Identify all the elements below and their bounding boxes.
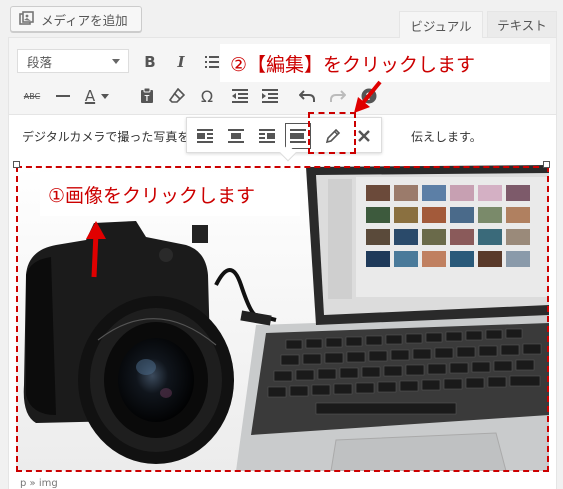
horizontal-line-button[interactable] (50, 83, 76, 109)
list-icon (205, 56, 219, 68)
special-char-icon: Ω (200, 86, 214, 106)
align-center-icon (228, 129, 244, 143)
text-color-button[interactable]: A (79, 83, 115, 109)
redo-icon (330, 90, 346, 102)
svg-text:T: T (145, 94, 150, 103)
align-right-icon (259, 129, 275, 143)
add-media-button[interactable]: メディアを追加 (10, 6, 142, 32)
content-paragraph-end[interactable]: 伝えします。 (411, 128, 482, 145)
paste-text-button[interactable]: T (134, 83, 160, 109)
format-select-value: 段落 (27, 54, 53, 70)
format-select[interactable]: 段落 (17, 49, 129, 73)
chevron-down-icon (101, 93, 110, 99)
strikethrough-icon: ABC (23, 91, 41, 101)
clear-format-button[interactable] (164, 83, 190, 109)
clear-format-icon (169, 88, 185, 103)
remove-icon (358, 130, 370, 142)
italic-button[interactable]: I (168, 49, 194, 75)
horizontal-line-icon (56, 95, 70, 97)
redo-button[interactable] (325, 83, 351, 109)
italic-icon: I (177, 53, 185, 71)
annotation-step1: ①画像をクリックします (40, 172, 300, 216)
media-icon (19, 11, 35, 27)
remove-image-button[interactable] (351, 123, 377, 149)
align-left-button[interactable] (192, 123, 218, 149)
undo-icon (299, 90, 315, 102)
arrow-to-edit-icon (354, 80, 382, 113)
align-left-icon (197, 129, 213, 143)
outdent-button[interactable] (227, 83, 253, 109)
paste-text-icon: T (141, 88, 153, 103)
tab-visual[interactable]: ビジュアル (399, 11, 483, 38)
bold-icon: B (144, 53, 156, 71)
resize-handle-top-left[interactable] (13, 161, 20, 168)
edit-image-button[interactable] (320, 123, 346, 149)
annotation-step2: ②【編集】をクリックします (220, 44, 550, 82)
indent-button[interactable] (257, 83, 283, 109)
add-media-label: メディアを追加 (41, 12, 128, 28)
content-paragraph-start[interactable]: デジタルカメラで撮った写真を (22, 128, 189, 145)
align-right-button[interactable] (254, 123, 280, 149)
outdent-icon (232, 89, 248, 103)
tab-text[interactable]: テキスト (487, 11, 557, 38)
text-color-icon: A (84, 87, 96, 105)
undo-button[interactable] (294, 83, 320, 109)
align-none-icon (290, 129, 306, 143)
indent-icon (262, 89, 278, 103)
special-char-button[interactable]: Ω (194, 83, 220, 109)
strikethrough-button[interactable]: ABC (19, 83, 45, 109)
editor-path-statusbar: p » img (20, 478, 58, 489)
image-toolbar (186, 117, 382, 162)
edit-pencil-icon (325, 128, 341, 144)
resize-handle-top-right[interactable] (543, 161, 550, 168)
align-center-button[interactable] (223, 123, 249, 149)
bold-button[interactable]: B (137, 49, 163, 75)
chevron-down-icon (112, 59, 120, 64)
